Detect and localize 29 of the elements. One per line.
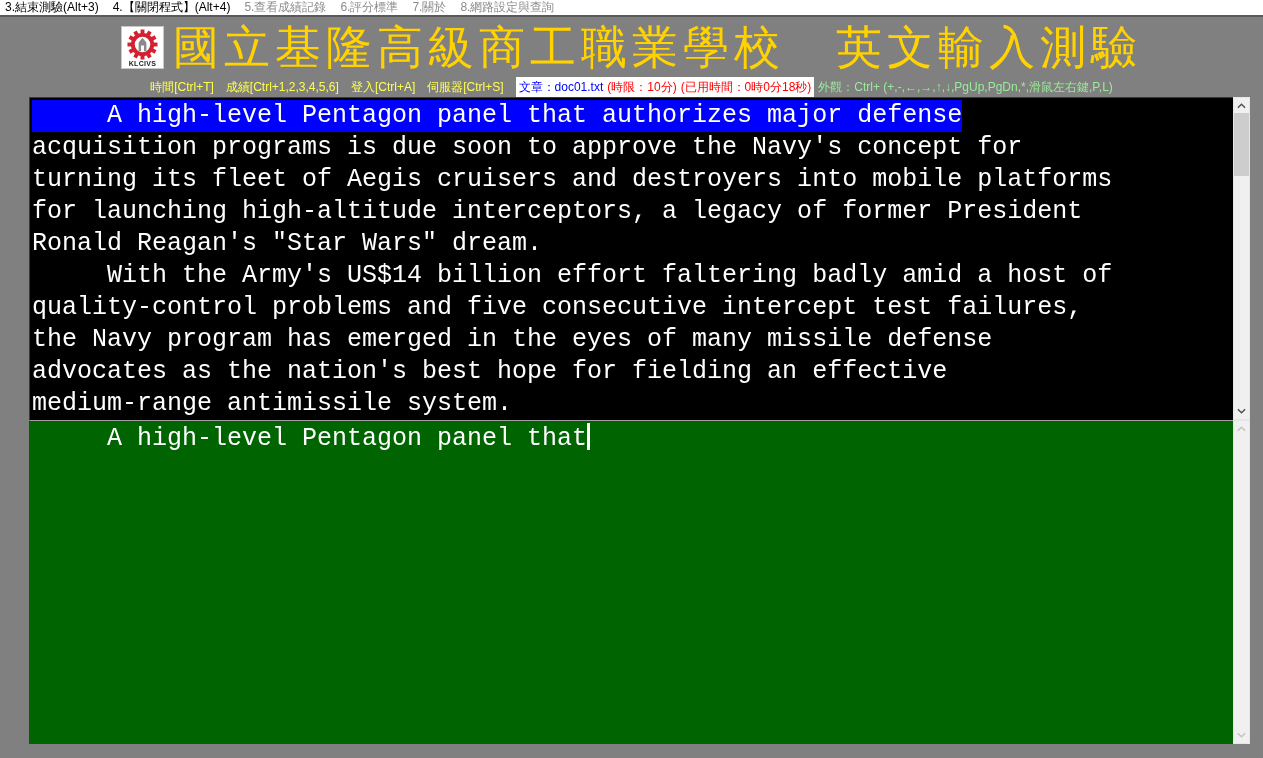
gear-emblem-icon <box>127 28 158 60</box>
shortcut-label: 時間[Ctrl+T] <box>150 78 214 96</box>
source-text-line: for launching high-altitude interceptors, a legacy of former President <box>32 196 1083 228</box>
menu-item[interactable]: 4.【關閉程式】(Alt+4) <box>112 0 231 15</box>
source-text-line: With the Army's US$14 billion effort faltering badly amid a host of <box>106 260 1113 292</box>
menu-item[interactable]: 3.結束測驗(Alt+3) <box>5 0 99 15</box>
source-text-line: medium-range antimissile system. <box>32 388 513 420</box>
chevron-up-icon <box>1237 426 1246 432</box>
time-limit-text: (時限：10分) <box>607 78 677 96</box>
shortcut-label: 成績[Ctrl+1,2,3,4,5,6] <box>225 78 339 96</box>
shortcut-label: 伺服器[Ctrl+S] <box>427 78 504 96</box>
scrollbar-thumb[interactable] <box>1234 113 1249 176</box>
appearance-keys-hint: 外觀：Ctrl+ (+,-,←,→,↑,↓,PgUp,PgDn,*,滑鼠左右鍵,P,L) <box>818 78 1113 96</box>
text-cursor <box>587 423 591 450</box>
chevron-down-icon[interactable] <box>1237 408 1246 414</box>
chevron-down-icon <box>1237 732 1246 738</box>
source-text-line: turning its fleet of Aegis cruisers and destroyers into mobile platforms <box>32 164 1113 196</box>
document-file-name: 文章：doc01.txt <box>518 78 604 96</box>
chevron-up-icon[interactable] <box>1237 103 1246 109</box>
source-text-line: the Navy program has emerged in the eyes of many missile defense <box>32 324 993 356</box>
source-text-line: acquisition programs is due soon to approve the Navy's concept for <box>32 132 1023 164</box>
source-text-line: Ronald Reagan's "Star Wars" dream. <box>32 228 543 260</box>
source-text-line: advocates as the nation's best hope for fielding an effective <box>32 356 948 388</box>
vertical-scrollbar[interactable] <box>1233 97 1250 420</box>
school-title: 國立基隆高級商工職業學校 英文輸入測驗 <box>173 21 1142 73</box>
source-text-line: quality-control problems and five consecutive intercept test failures, <box>32 292 1083 324</box>
typing-field[interactable]: A high-level Pentagon panel that <box>29 420 1233 744</box>
elapsed-time-text: (已用時間：0時0分18秒) <box>680 78 812 96</box>
shortcut-label: 登入[Ctrl+A] <box>350 78 416 96</box>
